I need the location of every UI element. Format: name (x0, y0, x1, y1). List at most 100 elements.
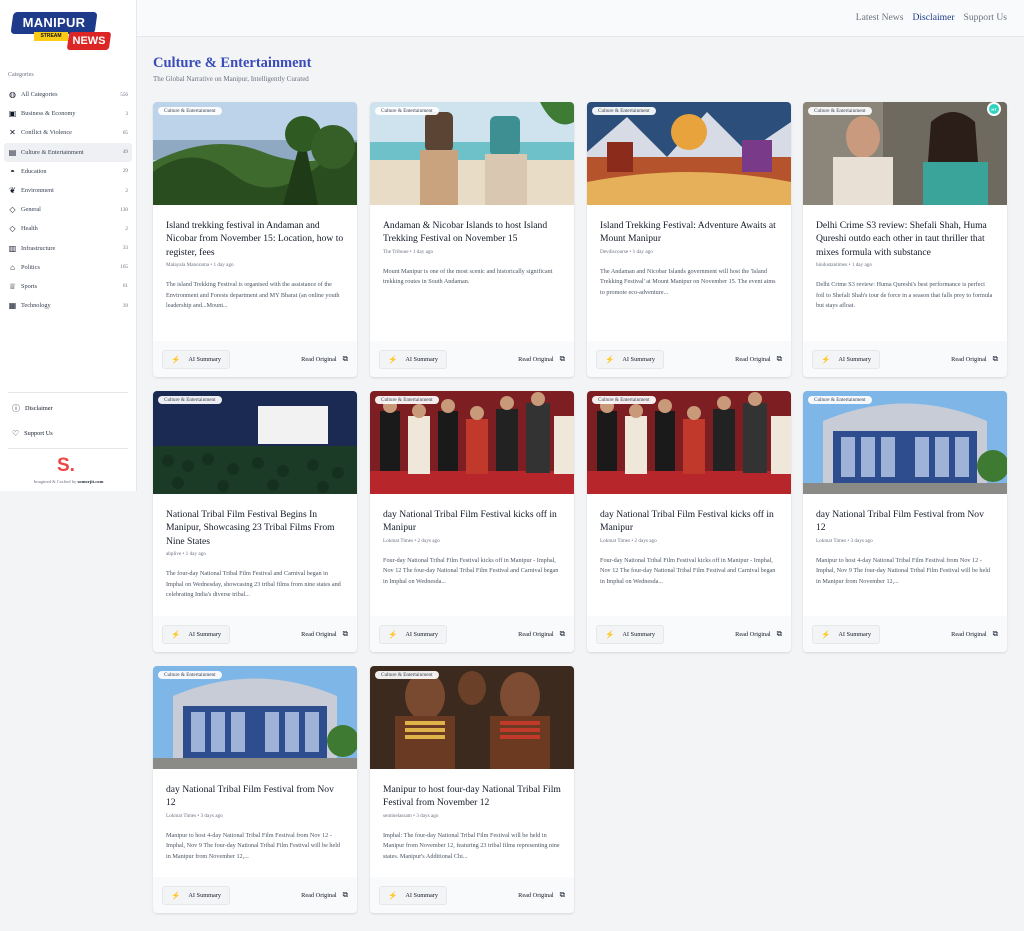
site-logo[interactable]: MANIPUR STREAM NEWS (10, 12, 112, 52)
category-count: 556 (120, 91, 128, 98)
credits: Imagined & Crafted by somorjit.com (0, 479, 137, 484)
film-icon: ▤ (8, 147, 17, 157)
sidebar-category-item[interactable]: ✕ Conflict & Violence 65 (4, 123, 132, 142)
credits-link[interactable]: somorjit.com (78, 479, 104, 484)
nav-latest-news[interactable]: Latest News (856, 12, 904, 23)
read-original-link[interactable]: Read Original ⧉ (735, 354, 782, 364)
card-footer: ⚡ AI Summary Read Original ⧉ (153, 341, 357, 377)
sidebar-category-item[interactable]: ♕ Sports 61 (4, 277, 132, 296)
news-thumbnail[interactable]: Culture & Entertainment (153, 102, 357, 205)
sidebar-category-item[interactable]: ◇ Health 2 (4, 219, 132, 238)
read-original-link[interactable]: Read Original ⧉ (518, 629, 565, 639)
creator-logo: S. (57, 455, 75, 476)
ai-summary-button[interactable]: ⚡ AI Summary (812, 624, 881, 644)
landmark-icon: ⌂ (10, 262, 15, 272)
news-card[interactable]: Culture & Entertainment day National Trib… (803, 391, 1007, 652)
read-original-link[interactable]: Read Original ⧉ (735, 629, 782, 639)
sidebar-category-item[interactable]: ⌂ Politics 165 (4, 258, 132, 277)
news-card[interactable]: Culture & Entertainment Manipur to host f… (370, 666, 574, 913)
sidebar-category-item[interactable]: ❦ Environment 2 (4, 181, 132, 200)
news-card[interactable]: Culture & Entertainment National Tribal F… (153, 391, 357, 652)
read-original-link[interactable]: Read Original ⧉ (301, 354, 348, 364)
news-thumbnail[interactable]: Culture & Entertainment (587, 102, 791, 205)
ai-summary-button[interactable]: ⚡ AI Summary (379, 885, 448, 905)
sidebar-category-item[interactable]: ▤ Culture & Entertainment 49 (4, 142, 132, 162)
ai-summary-button[interactable]: ⚡ AI Summary (162, 349, 231, 369)
category-count: 49 (122, 149, 128, 156)
sidebar-category-item[interactable]: ◍ All Categories 556 (4, 85, 132, 104)
news-title[interactable]: day National Tribal Film Festival kicks … (600, 508, 778, 535)
ai-summary-button[interactable]: ⚡ AI Summary (379, 624, 448, 644)
ai-summary-button[interactable]: ⚡ AI Summary (596, 349, 665, 369)
news-card[interactable]: Culture & Entertainment Island Trekking F… (587, 102, 791, 377)
news-title[interactable]: Andaman & Nicobar Islands to host Island… (383, 219, 561, 246)
category-count: 33 (122, 245, 128, 252)
read-original-link[interactable]: Read Original ⧉ (518, 890, 565, 900)
news-card[interactable]: Culture & Entertainment HT Delhi Crime S3 … (803, 102, 1007, 377)
news-thumbnail[interactable]: Culture & Entertainment (587, 391, 791, 494)
tag-icon: ◇ (9, 224, 16, 234)
news-meta: The Tribune • 1 day ago (383, 248, 434, 255)
external-link-icon: ⧉ (342, 890, 348, 899)
card-footer: ⚡ AI Summary Read Original ⧉ (153, 877, 357, 913)
ai-summary-label: AI Summary (622, 630, 656, 638)
news-excerpt: Mount Manipur is one of the most scenic … (383, 267, 553, 286)
logo-top-text: MANIPUR (22, 15, 86, 30)
sidebar-category-item[interactable]: ▦ Technology 39 (4, 296, 132, 315)
news-thumbnail[interactable]: Culture & Entertainment (370, 102, 574, 205)
news-card[interactable]: Culture & Entertainment Andaman & Nicobar… (370, 102, 574, 377)
news-title[interactable]: National Tribal Film Festival Begins In … (166, 508, 344, 548)
news-title[interactable]: day National Tribal Film Festival from N… (166, 783, 344, 810)
news-thumbnail[interactable]: Culture & Entertainment (370, 391, 574, 494)
category-tag: Culture & Entertainment (158, 671, 222, 679)
news-thumbnail[interactable]: Culture & Entertainment HT (803, 102, 1007, 205)
news-excerpt: The four-day National Tribal Film Festiv… (166, 570, 341, 599)
read-original-link[interactable]: Read Original ⧉ (951, 629, 998, 639)
news-title[interactable]: Island Trekking Festival: Adventure Awai… (600, 219, 778, 246)
read-original-link[interactable]: Read Original ⧉ (518, 354, 565, 364)
news-thumbnail[interactable]: Culture & Entertainment (803, 391, 1007, 494)
read-original-link[interactable]: Read Original ⧉ (951, 354, 998, 364)
sidebar-category-item[interactable]: ◇ General 130 (4, 200, 132, 219)
magic-wand-icon: ⚡ (388, 890, 398, 900)
ai-summary-button[interactable]: ⚡ AI Summary (162, 885, 231, 905)
read-original-link[interactable]: Read Original ⧉ (301, 890, 348, 900)
news-title[interactable]: Manipur to host four-day National Tribal… (383, 783, 561, 810)
news-card[interactable]: Culture & Entertainment day National Trib… (370, 391, 574, 652)
ai-summary-button[interactable]: ⚡ AI Summary (162, 624, 231, 644)
read-original-link[interactable]: Read Original ⧉ (301, 629, 348, 639)
sidebar-category-item[interactable]: ◓ Education 29 (4, 162, 132, 181)
news-title[interactable]: day National Tribal Film Festival from N… (816, 508, 994, 535)
page-title: Culture & Entertainment (153, 55, 312, 71)
news-meta: Lokmat Times • 3 days ago (166, 812, 223, 819)
news-title[interactable]: day National Tribal Film Festival kicks … (383, 508, 561, 535)
categories-heading: Categories (8, 72, 34, 78)
nav-disclaimer[interactable]: Disclaimer (912, 12, 954, 23)
magic-wand-icon: ⚡ (171, 629, 181, 639)
news-thumbnail[interactable]: Culture & Entertainment (370, 666, 574, 769)
sidebar-disclaimer-link[interactable]: ⓘ Disclaimer (12, 403, 53, 414)
category-count: 165 (120, 264, 128, 271)
read-original-label: Read Original (518, 355, 554, 363)
news-thumbnail[interactable]: Culture & Entertainment (153, 391, 357, 494)
sidebar-category-item[interactable]: ▣ Business & Economy 3 (4, 104, 132, 123)
category-label: Sports (21, 282, 38, 290)
ai-summary-button[interactable]: ⚡ AI Summary (379, 349, 448, 369)
ai-summary-label: AI Summary (838, 355, 872, 363)
logo-bottom: NEWS (66, 32, 112, 50)
news-card[interactable]: Culture & Entertainment day National Trib… (153, 666, 357, 913)
nav-support-us[interactable]: Support Us (964, 12, 1007, 23)
news-thumbnail[interactable]: Culture & Entertainment (153, 666, 357, 769)
sidebar-support-link[interactable]: ♡ Support Us (12, 429, 53, 438)
news-title[interactable]: Delhi Crime S3 review: Shefali Shah, Hum… (816, 219, 994, 259)
news-title[interactable]: Island trekking festival in Andaman and … (166, 219, 344, 259)
category-tag: Culture & Entertainment (158, 396, 222, 404)
news-card[interactable]: Culture & Entertainment Island trekking f… (153, 102, 357, 377)
news-excerpt: Manipur to host 4-day National Tribal Fi… (816, 556, 991, 585)
news-excerpt: Delhi Crime S3 review: Huma Qureshi's be… (816, 281, 993, 310)
sidebar-divider (8, 392, 128, 393)
news-card[interactable]: Culture & Entertainment day National Trib… (587, 391, 791, 652)
ai-summary-button[interactable]: ⚡ AI Summary (812, 349, 881, 369)
sidebar-category-item[interactable]: ▥ Infrastructure 33 (4, 239, 132, 258)
ai-summary-button[interactable]: ⚡ AI Summary (596, 624, 665, 644)
